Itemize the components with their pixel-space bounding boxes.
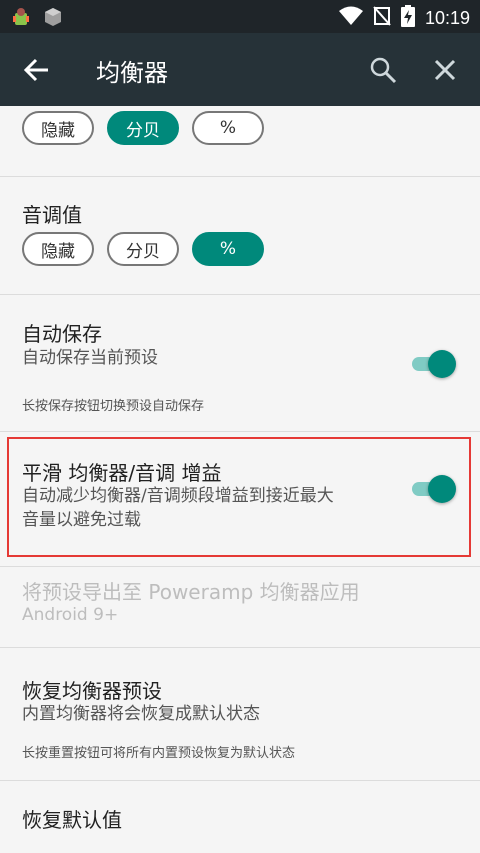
smooth-gain-subtitle-1: 自动减少均衡器/音调频段增益到接近最大	[22, 486, 334, 506]
option-percent[interactable]: %	[192, 111, 264, 145]
display-mode-section: 隐藏 分贝 %	[0, 106, 480, 177]
battery-charging-icon	[400, 5, 415, 31]
page-title: 均衡器	[96, 59, 168, 87]
restore-defaults-title: 恢复默认值	[22, 808, 122, 832]
smooth-gain-title: 平滑 均衡器/音调 增益	[22, 461, 222, 485]
smooth-gain-toggle[interactable]	[410, 474, 456, 504]
autosave-subtitle: 自动保存当前预设	[22, 348, 158, 368]
export-presets-subtitle: Android 9+	[22, 605, 119, 625]
wifi-icon	[338, 6, 363, 30]
search-icon[interactable]	[368, 55, 398, 85]
option-db[interactable]: 分贝	[107, 111, 179, 145]
autosave-title: 自动保存	[22, 322, 102, 346]
tone-option-percent[interactable]: %	[192, 232, 264, 266]
settings-list: 隐藏 分贝 % 音调值 隐藏 分贝 % 自动保存 自动保存当前预设 长按保存按钮…	[0, 106, 480, 853]
app-bar: 均衡器	[0, 33, 480, 106]
restore-eq-presets-row[interactable]: 恢复均衡器预设 内置均衡器将会恢复成默认状态 长按重置按钮可将所有内置预设恢复为…	[0, 647, 480, 781]
autosave-toggle[interactable]	[410, 349, 456, 379]
export-presets-row: 将预设导出至 Poweramp 均衡器应用 Android 9+	[0, 566, 480, 648]
autosave-row[interactable]: 自动保存 自动保存当前预设 长按保存按钮切换预设自动保存	[0, 294, 480, 432]
autosave-note: 长按保存按钮切换预设自动保存	[22, 399, 205, 414]
export-presets-title: 将预设导出至 Poweramp 均衡器应用	[22, 580, 360, 604]
restore-eq-presets-title: 恢复均衡器预设	[22, 679, 162, 703]
option-hide[interactable]: 隐藏	[22, 111, 94, 145]
app-icon	[10, 6, 32, 32]
restore-eq-presets-note: 长按重置按钮可将所有内置预设恢复为默认状态	[22, 746, 296, 761]
tone-option-hide[interactable]: 隐藏	[22, 232, 94, 266]
tone-value-title: 音调值	[22, 203, 82, 227]
no-sim-icon	[373, 6, 391, 30]
tone-option-db[interactable]: 分贝	[107, 232, 179, 266]
back-arrow-icon[interactable]	[22, 55, 52, 85]
status-time: 10:19	[424, 7, 470, 28]
tone-value-section: 音调值 隐藏 分贝 %	[0, 176, 480, 295]
status-bar: 10:19	[0, 0, 480, 33]
close-icon[interactable]	[430, 55, 460, 85]
smooth-gain-row[interactable]: 平滑 均衡器/音调 增益 自动减少均衡器/音调频段增益到接近最大 音量以避免过载	[0, 431, 480, 567]
smooth-gain-subtitle-2: 音量以避免过载	[22, 510, 141, 530]
cube-icon	[42, 6, 64, 32]
restore-defaults-row[interactable]: 恢复默认值	[0, 780, 480, 853]
restore-eq-presets-subtitle: 内置均衡器将会恢复成默认状态	[22, 704, 260, 724]
